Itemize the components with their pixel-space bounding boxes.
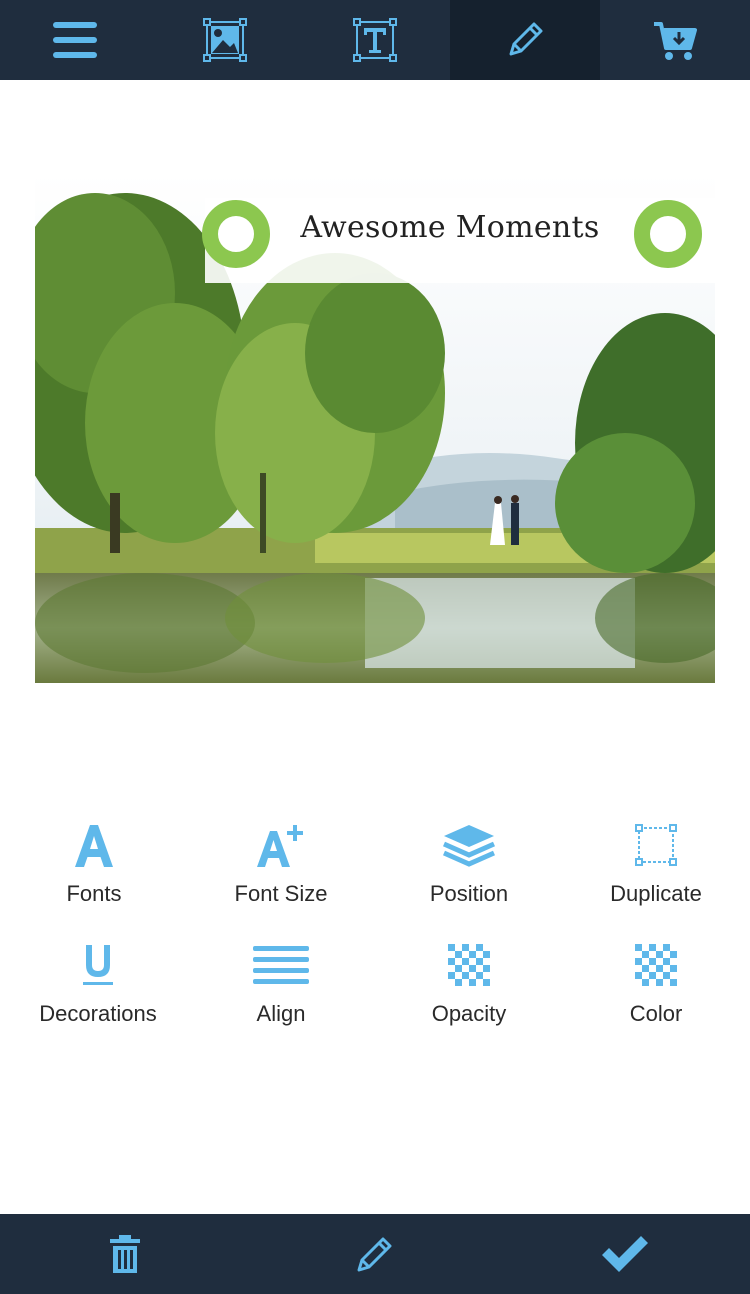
duplicate-label: Duplicate <box>610 881 702 906</box>
edit-button[interactable] <box>450 0 600 80</box>
color-tool[interactable]: Color <box>561 935 750 1027</box>
opacity-tool[interactable]: Opacity <box>374 935 564 1027</box>
cart-button[interactable] <box>600 0 750 80</box>
color-label: Color <box>629 1001 683 1026</box>
checker-icon <box>635 944 677 986</box>
font-size-tool[interactable]: Font Size <box>186 815 376 907</box>
align-icon <box>253 946 309 984</box>
add-image-button[interactable] <box>150 0 300 80</box>
bottom-toolbar <box>0 1214 750 1294</box>
menu-button[interactable] <box>0 0 150 80</box>
align-label: Align <box>256 1001 306 1026</box>
font-icon <box>75 825 113 867</box>
layers-icon <box>442 825 496 867</box>
resize-handle-left[interactable] <box>202 200 270 268</box>
delete-button[interactable] <box>60 1214 190 1294</box>
font-size-icon <box>257 825 303 867</box>
pencil-icon <box>509 22 543 56</box>
pencil-icon <box>357 1237 392 1272</box>
duplicate-icon <box>635 824 677 866</box>
top-toolbar <box>0 0 750 80</box>
trash-icon <box>110 1235 140 1273</box>
duplicate-tool[interactable]: Duplicate <box>561 815 750 907</box>
design-photo[interactable] <box>35 173 715 683</box>
text-icon <box>353 18 397 62</box>
decorations-tool[interactable]: Decorations <box>3 935 193 1027</box>
resize-handle-right[interactable] <box>634 200 702 268</box>
opacity-label: Opacity <box>431 1001 507 1026</box>
menu-icon <box>53 22 97 58</box>
fonts-tool[interactable]: Fonts <box>0 815 189 907</box>
design-title-text[interactable]: Awesome Moments <box>270 210 630 245</box>
checker-icon <box>448 944 490 986</box>
cart-icon <box>654 22 697 60</box>
edit-text-button[interactable] <box>310 1214 440 1294</box>
check-icon <box>602 1236 648 1272</box>
fonts-label: Fonts <box>66 881 122 906</box>
align-tool[interactable]: Align <box>186 935 376 1027</box>
landscape-image <box>35 173 715 683</box>
confirm-button[interactable] <box>560 1214 690 1294</box>
underline-icon <box>83 945 113 985</box>
position-label: Position <box>429 881 509 906</box>
decorations-label: Decorations <box>39 1001 157 1026</box>
position-tool[interactable]: Position <box>374 815 564 907</box>
image-icon <box>203 18 247 62</box>
add-text-button[interactable] <box>300 0 450 80</box>
font-size-label: Font Size <box>234 881 328 906</box>
